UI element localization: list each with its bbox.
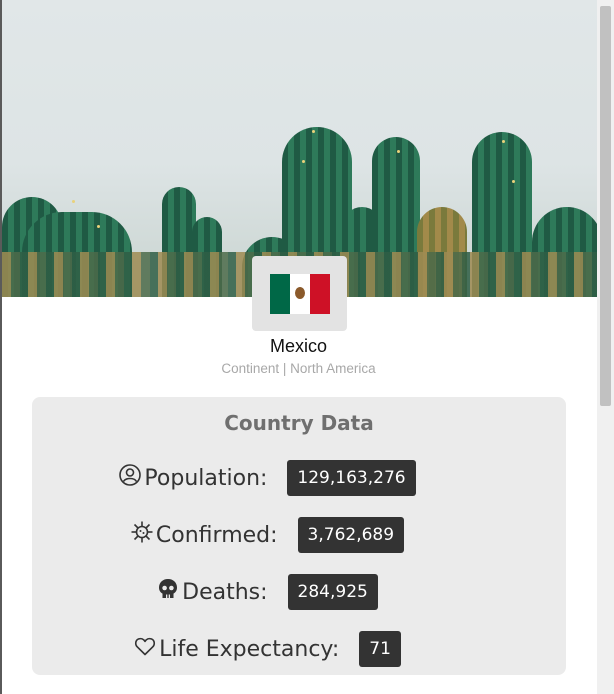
spike — [502, 140, 505, 143]
flag-card — [252, 256, 347, 331]
deaths-value: 284,925 — [287, 574, 378, 610]
skull-icon — [159, 579, 178, 598]
confirmed-value: 3,762,689 — [297, 517, 405, 553]
virus-icon — [131, 521, 153, 543]
deaths-row: Deaths: 284,925 — [0, 573, 534, 611]
population-label: Population: — [144, 465, 268, 491]
spike — [97, 225, 100, 228]
deaths-label: Deaths: — [182, 579, 268, 605]
spike — [312, 130, 315, 133]
population-value: 129,163,276 — [287, 460, 416, 496]
population-row: Population: 129,163,276 — [0, 459, 534, 497]
vertical-scrollbar[interactable] — [597, 0, 614, 694]
scrollbar-thumb[interactable] — [600, 6, 611, 406]
spike — [72, 200, 75, 203]
heart-icon — [135, 637, 156, 656]
header-banner-image — [2, 0, 597, 297]
panel-title: Country Data — [224, 411, 374, 435]
life-expectancy-row: Life Expectancy: 71 — [0, 630, 534, 668]
spike — [512, 180, 515, 183]
continent-label: Continent | North America — [221, 361, 376, 376]
confirmed-label: Confirmed: — [155, 522, 278, 548]
spike — [302, 160, 305, 163]
country-name: Mexico — [269, 336, 327, 356]
mexico-flag-icon — [270, 274, 330, 314]
spike — [397, 150, 400, 153]
life-expectancy-label: Life Expectancy: — [159, 636, 340, 662]
person-circle-icon — [119, 464, 142, 486]
life-expectancy-value: 71 — [359, 631, 401, 667]
confirmed-row: Confirmed: 3,762,689 — [0, 516, 534, 554]
